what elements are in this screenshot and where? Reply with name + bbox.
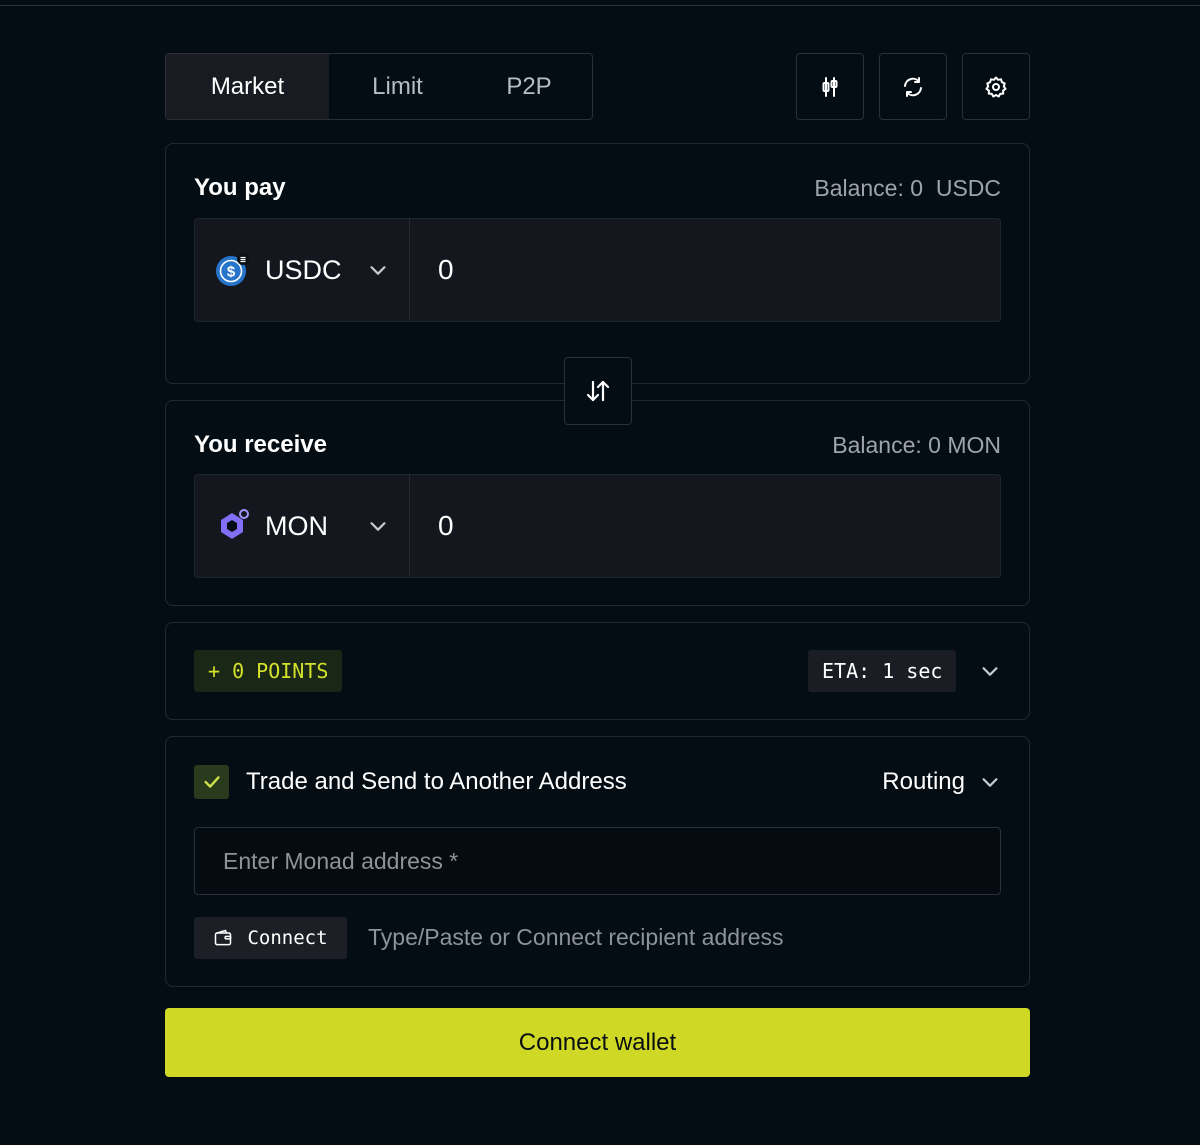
wallet-icon — [215, 929, 232, 946]
chevron-down-icon — [370, 266, 386, 275]
receive-amount-input[interactable] — [410, 475, 1000, 577]
pay-balance: Balance: 0 USDC — [814, 175, 1001, 201]
receive-token-symbol: MON — [265, 510, 328, 541]
tab-limit[interactable]: Limit — [329, 54, 466, 119]
points-badge: + 0 POINTS — [194, 650, 343, 692]
receive-title: You receive — [194, 431, 327, 458]
refresh-icon — [904, 76, 922, 97]
top-divider — [0, 5, 1200, 6]
chevron-down-icon — [982, 778, 998, 787]
receive-card: You receive Balance: 0 MON MON — [165, 400, 1030, 606]
pay-token-select[interactable]: $ USDC — [195, 219, 410, 321]
pay-amount-input[interactable] — [410, 219, 1000, 321]
swap-arrows-icon — [586, 380, 610, 402]
receive-token-select[interactable]: MON — [195, 475, 410, 577]
connect-recipient-button[interactable]: Connect — [194, 917, 347, 959]
order-type-tabs: Market Limit P2P — [165, 53, 593, 120]
chart-settings-button[interactable] — [796, 53, 864, 120]
connect-wallet-button[interactable]: Connect wallet — [165, 1008, 1030, 1077]
routing-toggle[interactable]: Routing — [882, 768, 1001, 796]
settings-button[interactable] — [962, 53, 1030, 120]
monad-icon — [215, 509, 249, 543]
chevron-down-icon[interactable] — [979, 660, 1001, 682]
chart-settings-icon — [822, 76, 838, 97]
tab-p2p[interactable]: P2P — [466, 54, 592, 119]
recipient-address-input[interactable] — [194, 827, 1001, 895]
refresh-button[interactable] — [879, 53, 947, 120]
pay-title: You pay — [194, 174, 286, 201]
swap-direction-button[interactable] — [564, 357, 632, 425]
pay-card: You pay Balance: 0 USDC $ USDC — [165, 143, 1030, 384]
send-to-address-checkbox[interactable] — [194, 765, 229, 799]
usdc-icon: $ — [215, 253, 249, 287]
send-to-address-card: Trade and Send to Another Address Routin… — [165, 736, 1030, 987]
receive-token-row: MON — [194, 474, 1001, 578]
receive-balance: Balance: 0 MON — [832, 432, 1001, 458]
gear-icon — [985, 76, 1007, 97]
send-to-address-label: Trade and Send to Another Address — [246, 768, 627, 795]
pay-token-row: $ USDC — [194, 218, 1001, 322]
tab-market[interactable]: Market — [166, 54, 329, 119]
connect-recipient-label: Connect — [247, 927, 328, 949]
chevron-down-icon — [370, 522, 386, 531]
svg-text:$: $ — [227, 264, 236, 281]
check-icon — [203, 776, 220, 788]
recipient-hint: Type/Paste or Connect recipient address — [368, 924, 784, 950]
eta-badge: ETA: 1 sec — [808, 650, 957, 692]
pay-token-symbol: USDC — [265, 254, 342, 285]
routing-label: Routing — [882, 768, 965, 795]
quote-info-card: + 0 POINTS ETA: 1 sec — [165, 622, 1030, 720]
